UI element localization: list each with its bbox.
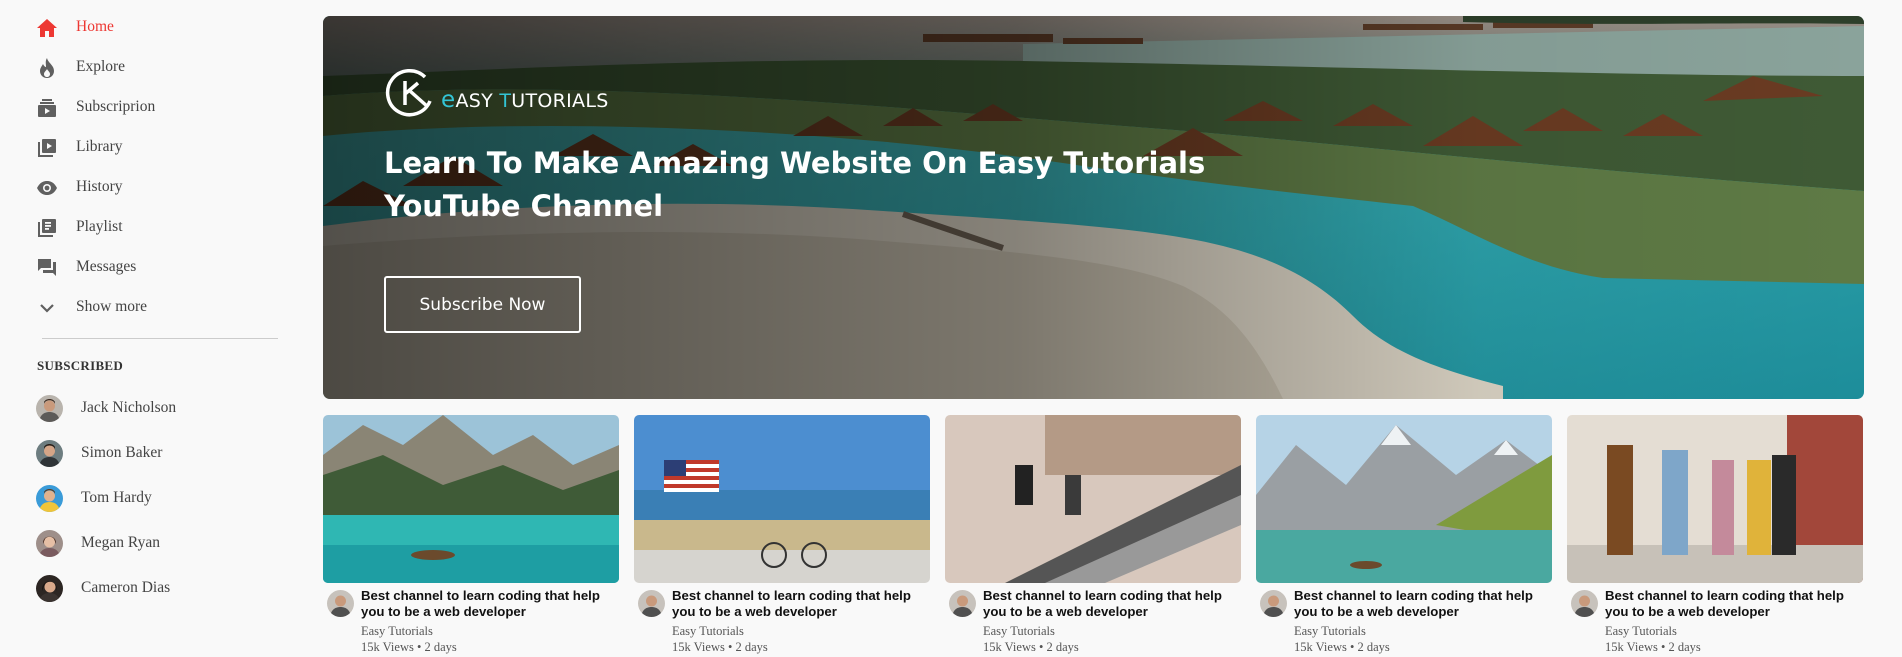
- sidebar-item-home[interactable]: Home: [36, 13, 114, 43]
- video-card[interactable]: Best channel to learn coding that help y…: [945, 415, 1241, 655]
- brand-name: eASY TUTORIALS: [441, 87, 609, 113]
- subscription-name: Jack Nicholson: [81, 399, 177, 416]
- channel-name[interactable]: Easy Tutorials: [1294, 624, 1366, 639]
- channel-avatar[interactable]: [327, 590, 354, 617]
- avatar: [36, 484, 63, 512]
- eye-icon: [36, 177, 58, 199]
- sidebar-item-label: Library: [76, 138, 123, 155]
- subscription-item[interactable]: Cameron Dias: [36, 573, 170, 603]
- sidebar-item-messages[interactable]: Messages: [36, 253, 136, 283]
- channel-name[interactable]: Easy Tutorials: [983, 624, 1055, 639]
- sidebar-item-label: Explore: [76, 58, 126, 75]
- video-meta: 15k Views • 2 days: [1294, 640, 1390, 654]
- channel-avatar[interactable]: [638, 590, 665, 617]
- video-title[interactable]: Best channel to learn coding that help y…: [672, 588, 930, 620]
- channel-avatar[interactable]: [1260, 590, 1287, 617]
- hero-banner: eASY TUTORIALS Learn To Make Amazing Web…: [323, 16, 1864, 399]
- subscribed-heading: SUBSCRIBED: [37, 358, 124, 373]
- subscription-item[interactable]: Jack Nicholson: [36, 393, 176, 423]
- avatar: [36, 439, 63, 467]
- subscription-name: Megan Ryan: [81, 534, 161, 551]
- channel-name[interactable]: Easy Tutorials: [361, 624, 433, 639]
- messages-icon: [36, 257, 58, 279]
- video-thumbnail[interactable]: [945, 415, 1241, 583]
- sidebar-item-label: Playlist: [76, 218, 123, 235]
- channel-name[interactable]: Easy Tutorials: [1605, 624, 1677, 639]
- subscription-name: Cameron Dias: [81, 579, 171, 596]
- subscriptions-icon: [36, 97, 58, 119]
- video-meta: 15k Views • 2 days: [983, 640, 1079, 654]
- video-meta: 15k Views • 2 days: [361, 640, 457, 654]
- channel-avatar[interactable]: [949, 590, 976, 617]
- sidebar-item-explore[interactable]: Explore: [36, 53, 125, 83]
- chevron-down-icon: [36, 297, 58, 319]
- video-title[interactable]: Best channel to learn coding that help y…: [1605, 588, 1863, 620]
- sidebar-item-label: Messages: [76, 258, 137, 275]
- video-title[interactable]: Best channel to learn coding that help y…: [1294, 588, 1552, 620]
- sidebar-item-subscription[interactable]: Subscriprion: [36, 93, 155, 123]
- video-thumbnail[interactable]: [1256, 415, 1552, 583]
- sidebar-divider: [42, 338, 278, 339]
- sidebar-item-history[interactable]: History: [36, 173, 123, 203]
- sidebar-item-label: Home: [76, 18, 114, 35]
- video-thumbnail[interactable]: [634, 415, 930, 583]
- home-icon: [36, 17, 58, 39]
- video-thumbnail[interactable]: [1567, 415, 1863, 583]
- sidebar-item-playlist[interactable]: Playlist: [36, 213, 123, 243]
- video-card[interactable]: Best channel to learn coding that help y…: [1567, 415, 1863, 655]
- channel-avatar[interactable]: [1571, 590, 1598, 617]
- video-title[interactable]: Best channel to learn coding that help y…: [983, 588, 1241, 620]
- subscription-name: Simon Baker: [81, 444, 163, 461]
- avatar: [36, 529, 63, 557]
- library-icon: [36, 137, 58, 159]
- subscription-item[interactable]: Simon Baker: [36, 438, 162, 468]
- sidebar: Home Explore Subscriprion Library Histor…: [0, 0, 290, 657]
- video-thumbnail[interactable]: [323, 415, 619, 583]
- avatar: [36, 394, 63, 422]
- video-meta: 15k Views • 2 days: [1605, 640, 1701, 654]
- subscription-item[interactable]: Tom Hardy: [36, 483, 152, 513]
- sidebar-item-label: Show more: [76, 298, 148, 315]
- sidebar-item-label: Subscriprion: [76, 98, 156, 115]
- subscription-item[interactable]: Megan Ryan: [36, 528, 160, 558]
- avatar: [36, 574, 63, 602]
- brand-logo: eASY TUTORIALS: [385, 67, 609, 119]
- sidebar-item-label: History: [76, 178, 123, 195]
- sidebar-item-show-more[interactable]: Show more: [36, 293, 147, 323]
- video-card[interactable]: Best channel to learn coding that help y…: [1256, 415, 1552, 655]
- subscribe-now-button[interactable]: Subscribe Now: [384, 276, 581, 333]
- subscription-name: Tom Hardy: [81, 489, 152, 506]
- channel-name[interactable]: Easy Tutorials: [672, 624, 744, 639]
- video-card[interactable]: Best channel to learn coding that help y…: [323, 415, 619, 655]
- video-card[interactable]: Best channel to learn coding that help y…: [634, 415, 930, 655]
- flame-icon: [36, 57, 58, 79]
- playlist-icon: [36, 217, 58, 239]
- video-meta: 15k Views • 2 days: [672, 640, 768, 654]
- banner-title: Learn To Make Amazing Website On Easy Tu…: [384, 146, 1206, 223]
- video-title[interactable]: Best channel to learn coding that help y…: [361, 588, 619, 620]
- sidebar-item-library[interactable]: Library: [36, 133, 122, 163]
- logo-icon: [385, 69, 432, 117]
